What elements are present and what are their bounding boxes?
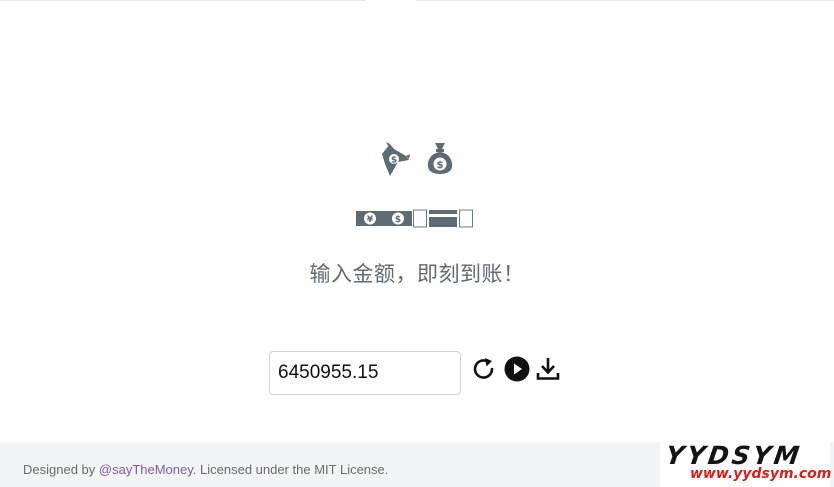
credit-card-icon bbox=[429, 210, 457, 227]
footer-prefix: Designed by bbox=[23, 462, 99, 477]
refresh-button[interactable] bbox=[471, 356, 497, 382]
play-icon bbox=[504, 356, 530, 382]
footer-text: Designed by @sayTheMoney. Licensed under… bbox=[23, 462, 388, 477]
blank-card-icon bbox=[413, 209, 427, 228]
watermark-url: www.yydsym.com bbox=[690, 466, 832, 482]
footer-suffix: . Licensed under the MIT License. bbox=[192, 462, 389, 477]
author-link[interactable]: @sayTheMoney bbox=[99, 462, 193, 477]
top-rule bbox=[0, 0, 834, 1]
yen-banknote-icon: ¥ bbox=[356, 211, 384, 226]
refresh-icon bbox=[473, 358, 494, 379]
svg-text:$: $ bbox=[391, 156, 397, 166]
svg-text:$: $ bbox=[437, 160, 444, 171]
dollar-banknote-icon: $ bbox=[384, 211, 412, 226]
download-button[interactable] bbox=[536, 356, 562, 382]
download-icon bbox=[536, 358, 560, 380]
blank-card-icon bbox=[459, 209, 473, 228]
svg-text:¥: ¥ bbox=[367, 215, 374, 225]
money-bag-icon: $ bbox=[427, 143, 453, 174]
watermark: YYDSYM www.yydsym.com bbox=[660, 441, 832, 487]
play-button[interactable] bbox=[504, 356, 530, 382]
money-flying-icon: $ bbox=[382, 142, 410, 176]
hero-icons: $ $ bbox=[376, 140, 456, 180]
amount-input[interactable] bbox=[269, 351, 461, 395]
headline: 输入金额，即刻到账！ bbox=[309, 262, 525, 286]
top-rule-gap bbox=[366, 0, 416, 2]
svg-text:$: $ bbox=[395, 215, 401, 225]
payment-icons-row: ¥ $ bbox=[356, 209, 476, 228]
